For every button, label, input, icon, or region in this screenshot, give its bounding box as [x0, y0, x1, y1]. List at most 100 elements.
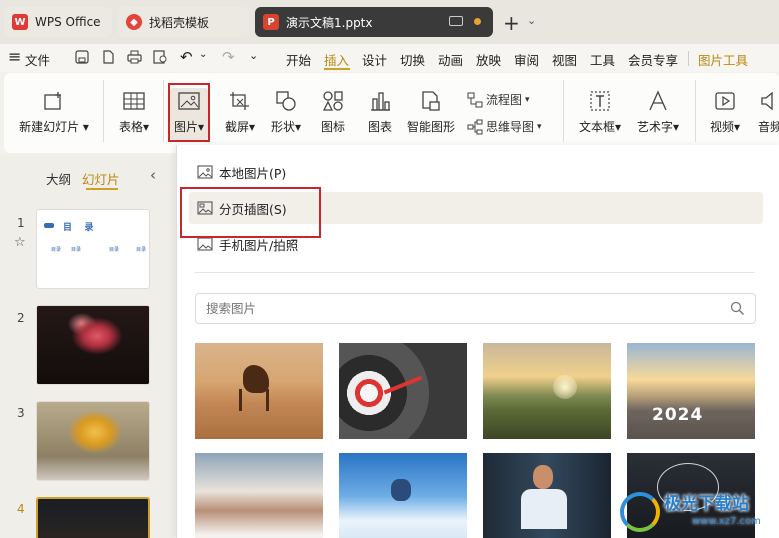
shape-label: 形状 — [270, 120, 295, 134]
menu-file[interactable]: 文件 — [25, 50, 50, 69]
tab-list-chevron-icon[interactable]: ⌄ — [527, 14, 536, 27]
screenshot-icon — [230, 92, 249, 110]
wordart-button[interactable]: 艺术字▾ — [633, 88, 683, 135]
tab-outline[interactable]: 大纲 — [46, 169, 71, 188]
tab-docer-templates[interactable]: ◆ 找稻壳模板 — [118, 7, 249, 37]
menu-tools[interactable]: 工具 — [590, 50, 615, 69]
slide4-image — [38, 499, 148, 538]
undo-icon[interactable]: ↶ — [180, 48, 193, 66]
audio-button[interactable]: 音频 — [750, 88, 779, 135]
slide1-item: 目录 — [51, 247, 62, 253]
menu-transitions[interactable]: 切换 — [400, 50, 425, 69]
local-picture-label: 本地图片(P) — [219, 165, 287, 181]
new-slide-icon — [44, 92, 61, 110]
phone-picture-icon — [197, 237, 213, 251]
shape-button[interactable]: 形状▾ — [266, 88, 306, 135]
tab-label: 找稻壳模板 — [149, 15, 210, 30]
ribbon-separator — [695, 80, 696, 142]
menu-slideshow[interactable]: 放映 — [476, 50, 501, 69]
watermark-logo: 极光下载站 www.xz7.com — [618, 484, 778, 536]
quick-access-more-icon[interactable]: ⌄ — [249, 49, 258, 62]
menu-view[interactable]: 视图 — [552, 50, 577, 69]
star-icon[interactable]: ☆ — [14, 235, 26, 250]
menu-animations[interactable]: 动画 — [438, 50, 463, 69]
road-year-text: 2024 — [652, 405, 704, 425]
icon-button[interactable]: 图标 — [315, 88, 351, 135]
watermark-url: www.xz7.com — [692, 516, 761, 527]
search-icon[interactable] — [730, 301, 745, 316]
active-menu-underline — [324, 68, 350, 70]
redo-icon[interactable]: ↷ — [222, 48, 235, 66]
slide-thumbnail-4[interactable] — [36, 497, 150, 538]
video-button[interactable]: 视频▾ — [705, 88, 745, 135]
picture-button-highlight — [168, 83, 210, 142]
menu-design[interactable]: 设计 — [362, 50, 387, 69]
new-slide-button[interactable]: 新建幻灯片 ▾ — [18, 88, 90, 135]
video-label: 视频 — [709, 120, 734, 134]
slide-thumbnail-1[interactable]: 目 录 目录 目录 目录 目录 — [36, 209, 150, 289]
screen-icon[interactable] — [449, 16, 463, 26]
snowboarder-shape — [391, 479, 411, 501]
wordart-label: 艺术字 — [636, 120, 673, 134]
local-picture-item[interactable]: 本地图片(P) — [189, 156, 763, 188]
wordart-icon — [649, 90, 667, 111]
icon-label: 图标 — [320, 120, 345, 134]
photo-solar-field[interactable] — [483, 343, 611, 439]
icon-library-icon — [322, 91, 343, 111]
menu-home[interactable]: 开始 — [286, 50, 311, 69]
new-tab-plus-icon[interactable]: + — [503, 11, 520, 35]
slide1-title: 目 录 — [63, 223, 94, 233]
chart-icon — [371, 92, 390, 111]
print-preview-icon[interactable] — [153, 50, 168, 64]
photo-dartboard[interactable] — [339, 343, 467, 439]
textbox-button[interactable]: 文本框▾ — [575, 88, 625, 135]
slide-thumbnail-2[interactable] — [36, 305, 150, 385]
photo-snowboarder[interactable] — [339, 453, 467, 538]
photo-businessman[interactable] — [483, 453, 611, 538]
slide-number: 4 — [17, 502, 25, 516]
table-button[interactable]: 表格▾ — [113, 88, 155, 135]
print-icon[interactable] — [127, 50, 142, 64]
menu-picture-tools[interactable]: 图片工具 — [698, 50, 748, 69]
slides-panel: 大纲 幻灯片 ‹ 1 ☆ 目 录 目录 目录 目录 目录 2 3 4 — [0, 155, 174, 538]
menu-separator — [688, 51, 689, 66]
tab-slides[interactable]: 幻灯片 — [82, 169, 120, 188]
photo-horse[interactable] — [195, 343, 323, 439]
tab-wps-office[interactable]: W WPS Office — [4, 7, 112, 37]
flowchart-button[interactable]: 流程图 ▾ — [467, 91, 530, 108]
hamburger-icon[interactable]: ≡ — [8, 47, 21, 66]
smartart-icon — [422, 91, 440, 111]
menu-review[interactable]: 审阅 — [514, 50, 539, 69]
textbox-icon — [590, 91, 610, 111]
export-pdf-icon[interactable] — [101, 50, 115, 64]
sun-glow — [553, 375, 577, 399]
save-icon[interactable] — [75, 50, 89, 64]
chart-label: 图表 — [367, 120, 392, 134]
slide-thumbnail-3[interactable] — [36, 401, 150, 481]
shape-icon — [276, 91, 296, 111]
table-icon — [123, 92, 145, 110]
photo-snow-trees[interactable] — [195, 453, 323, 538]
paged-insert-highlight — [180, 187, 321, 238]
undo-dropdown-icon[interactable]: ⌄ — [199, 49, 207, 60]
smartart-button[interactable]: 智能图形 — [405, 88, 457, 135]
menu-membership[interactable]: 会员专享 — [628, 50, 678, 69]
audio-icon — [761, 91, 773, 111]
new-slide-label: 新建幻灯片 — [19, 120, 80, 134]
picture-search-box[interactable] — [195, 293, 756, 324]
mindmap-button[interactable]: 思维导图 ▾ — [467, 118, 542, 135]
tab-presentation[interactable]: P 演示文稿1.pptx — [255, 7, 493, 37]
photo-2024-road[interactable]: 2024 — [627, 343, 755, 439]
chart-button[interactable]: 图表 — [362, 88, 398, 135]
slide-number: 2 — [17, 311, 25, 325]
slide2-image — [37, 306, 149, 384]
ribbon-separator — [163, 80, 164, 142]
tab-label: 演示文稿1.pptx — [286, 15, 373, 30]
flowchart-icon — [467, 92, 483, 107]
screenshot-button[interactable]: 截屏▾ — [220, 88, 260, 135]
picture-search-input[interactable] — [206, 301, 706, 316]
ribbon-separator — [563, 80, 564, 142]
wps-logo-icon: W — [12, 14, 28, 30]
collapse-panel-icon[interactable]: ‹ — [150, 166, 156, 184]
menu-insert[interactable]: 插入 — [324, 50, 349, 69]
